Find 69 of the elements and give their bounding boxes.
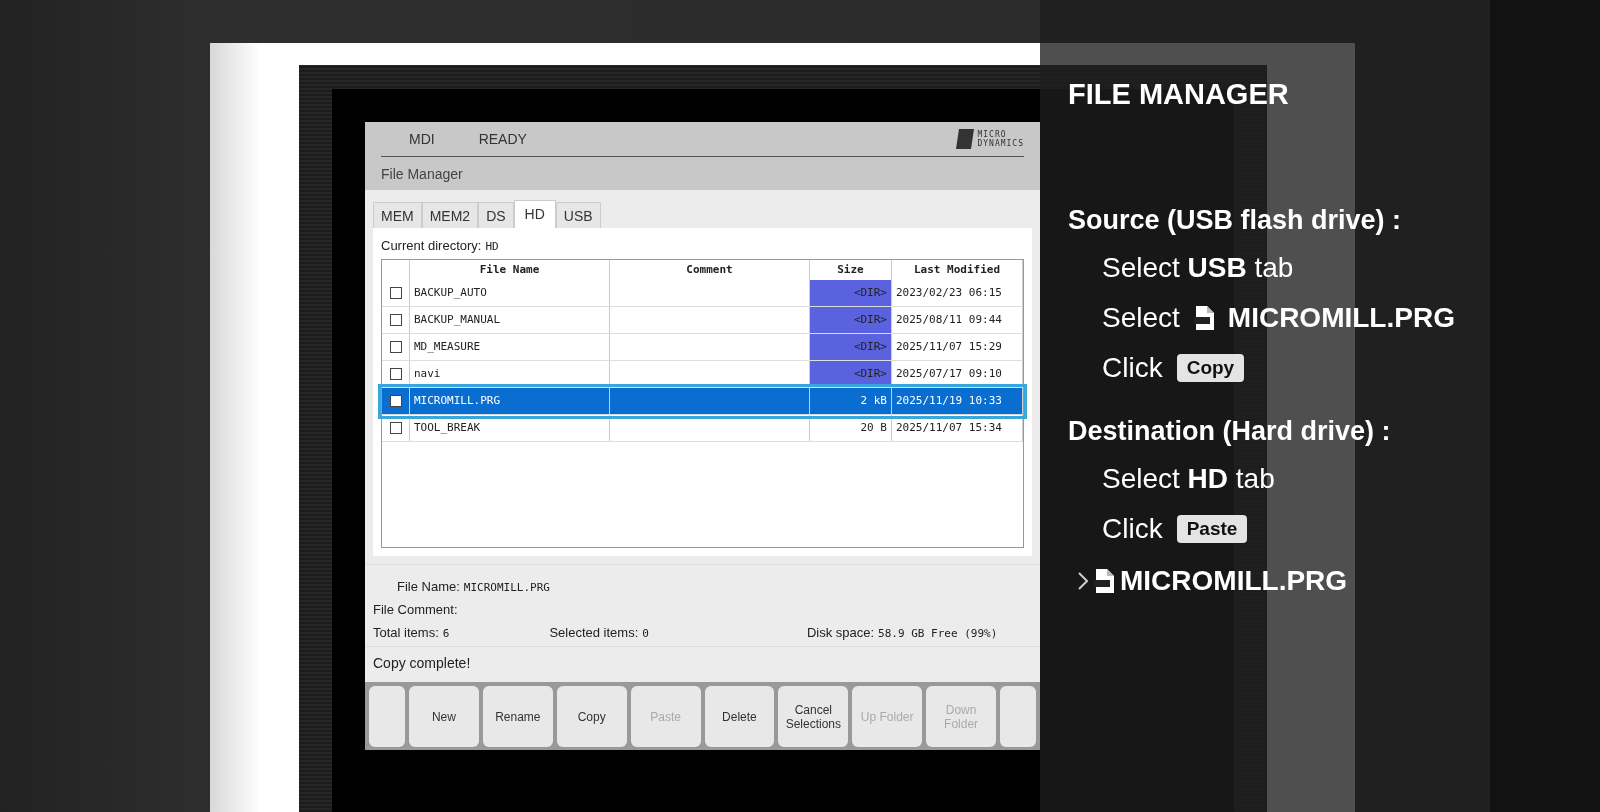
row-checkbox[interactable] — [389, 422, 402, 434]
drive-tab[interactable]: USB — [555, 202, 601, 228]
field-value: MICROMILL.PRG — [463, 581, 550, 594]
mode-label: MDI — [409, 131, 435, 147]
row-checkbox[interactable] — [389, 395, 402, 407]
size-cell: <DIR> — [810, 280, 892, 306]
instruction-text: Select USB tab — [1102, 251, 1295, 285]
row-checkbox[interactable] — [389, 368, 402, 380]
file-name: MICROMILL.PRG — [1120, 565, 1348, 597]
field-label: Disk space: — [806, 625, 875, 640]
name-cell: MD_MEASURE — [410, 334, 610, 360]
logo-text: MICRO DYNAMICS — [977, 130, 1024, 148]
field-label: File Name: — [397, 579, 460, 594]
file-icon — [1193, 306, 1214, 330]
status-message: Copy complete! — [365, 646, 1040, 679]
field-label: Total items: — [373, 625, 439, 640]
section-heading: Destination (Hard drive) : — [1068, 416, 1392, 447]
action-button[interactable]: Copy — [556, 686, 627, 747]
date-cell: 2023/02/23 06:15 — [892, 280, 1023, 306]
screen-title: File Manager — [365, 157, 1040, 190]
field-value: 58.9 GB Free (99%) — [878, 627, 998, 640]
row-checkbox[interactable] — [389, 287, 402, 299]
drive-tab[interactable]: MEM2 — [421, 202, 479, 228]
name-cell: MICROMILL.PRG — [410, 388, 610, 414]
file-row[interactable]: BACKUP_MANUAL <DIR> 2025/08/11 09:44 — [382, 307, 1023, 334]
drive-tab[interactable]: HD — [513, 200, 556, 228]
directory-value: HD — [485, 240, 499, 253]
chevron-icon — [1078, 572, 1088, 590]
date-cell: 2025/11/07 15:29 — [892, 334, 1023, 360]
size-cell: <DIR> — [810, 307, 892, 333]
field-label: File Comment: — [373, 602, 458, 617]
drive-tab[interactable]: DS — [478, 202, 514, 228]
date-cell: 2025/08/11 09:44 — [892, 307, 1023, 333]
action-button[interactable]: Delete — [704, 686, 775, 747]
action-button[interactable]: Rename — [482, 686, 553, 747]
instruction-text: Click — [1102, 513, 1163, 545]
name-cell: BACKUP_AUTO — [410, 280, 610, 306]
file-row[interactable]: BACKUP_AUTO <DIR> 2023/02/23 06:15 — [382, 280, 1023, 307]
size-cell: 2 kB — [810, 388, 892, 414]
overlay-title: FILE MANAGER — [1068, 78, 1290, 111]
field-value: 0 — [642, 627, 649, 640]
action-button[interactable]: Cancel Selections — [778, 686, 849, 747]
action-button[interactable]: New — [409, 686, 479, 747]
date-cell: 2025/11/19 10:33 — [892, 388, 1023, 414]
directory-label: Current directory: — [381, 238, 482, 253]
status-label: READY — [478, 131, 527, 147]
logo-icon — [956, 129, 975, 149]
size-cell: <DIR> — [810, 361, 892, 387]
file-name: MICROMILL.PRG — [1227, 302, 1455, 334]
date-cell: 2025/11/07 15:34 — [892, 415, 1023, 441]
instruction-text: Select HD tab — [1102, 462, 1276, 496]
row-checkbox[interactable] — [389, 341, 402, 353]
field-value: 6 — [442, 627, 450, 640]
button-label: Copy — [1176, 354, 1245, 382]
file-icon — [1094, 569, 1114, 593]
file-row[interactable]: MD_MEASURE <DIR> 2025/11/07 15:29 — [382, 334, 1023, 361]
file-row[interactable]: navi <DIR> 2025/07/17 09:10 — [382, 361, 1023, 388]
name-cell: BACKUP_MANUAL — [410, 307, 610, 333]
instruction-text: Click — [1102, 352, 1163, 384]
file-row[interactable]: TOOL_BREAK 20 B 2025/11/07 15:34 — [382, 415, 1023, 442]
field-label: Selected items: — [549, 625, 639, 640]
row-checkbox[interactable] — [389, 314, 402, 326]
instruction-text: Select — [1102, 302, 1180, 334]
section-heading: Source (USB flash drive) : — [1068, 205, 1403, 236]
name-cell: TOOL_BREAK — [410, 415, 610, 441]
drive-tab[interactable]: MEM — [373, 202, 422, 228]
size-cell: 20 B — [810, 415, 892, 441]
button-label: Paste — [1176, 515, 1248, 543]
size-cell: <DIR> — [810, 334, 892, 360]
